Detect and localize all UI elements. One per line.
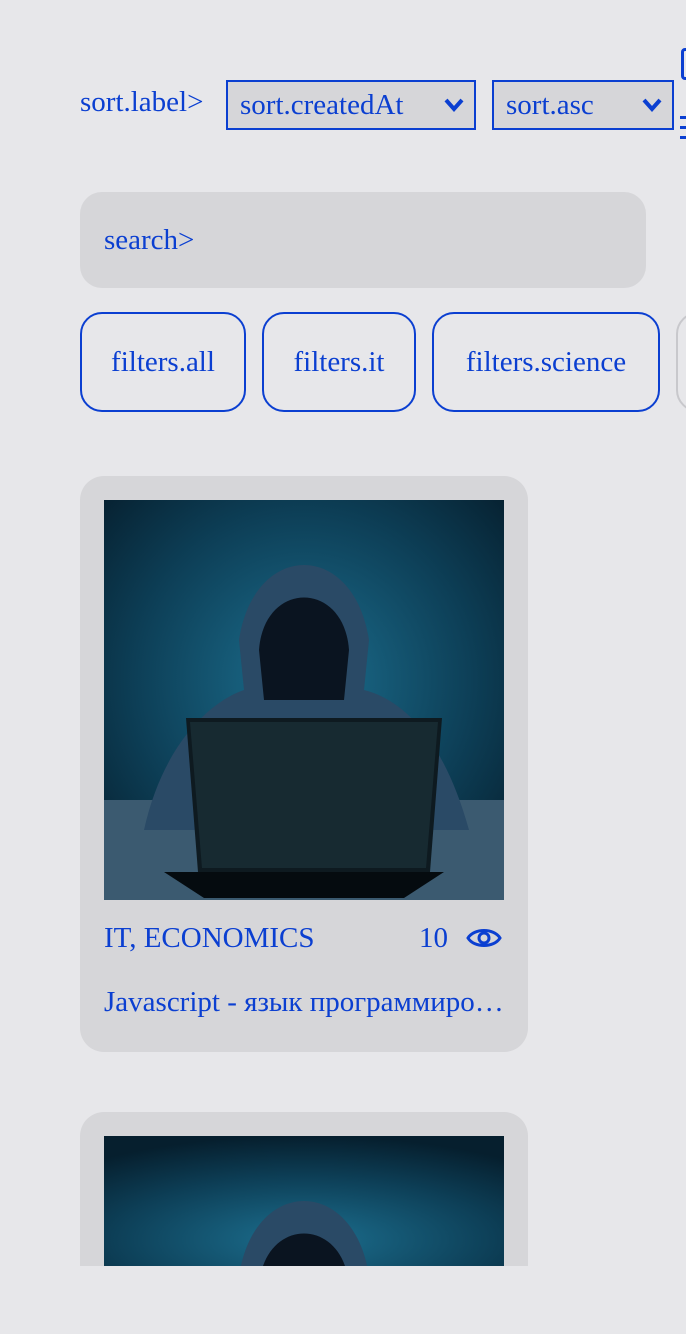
eye-icon [466, 929, 502, 947]
article-types: IT, ECONOMICS [104, 922, 315, 954]
search-input[interactable]: search> [80, 192, 646, 288]
search-placeholder: search> [104, 224, 195, 256]
article-card[interactable]: IT, ECONOMICS 10 Javascript - язык прогр… [80, 476, 528, 1052]
article-image [104, 500, 504, 900]
sort-order-value: sort.asc [506, 89, 594, 121]
list-view-icon[interactable] [680, 112, 686, 144]
articles-page: sort.label> sort.createdAt sort.asc sear… [0, 0, 686, 1334]
filter-chip-it[interactable]: filters.it [262, 312, 416, 412]
sort-order-select[interactable]: sort.asc [492, 80, 674, 130]
view-toggle-button[interactable] [681, 48, 686, 80]
view-count: 10 [419, 922, 448, 954]
article-card[interactable] [80, 1112, 528, 1266]
sort-label: sort.label> [80, 86, 204, 118]
filter-chip-all[interactable]: filters.all [80, 312, 246, 412]
article-title: Javascript - язык программирования [104, 986, 504, 1018]
sort-field-select[interactable]: sort.createdAt [226, 80, 476, 130]
article-image [104, 1136, 504, 1266]
sort-field-value: sort.createdAt [240, 89, 404, 121]
filter-chip-science[interactable]: filters.science [432, 312, 660, 412]
chevron-down-icon [444, 98, 464, 112]
chevron-down-icon [642, 98, 662, 112]
filter-chip-more[interactable] [676, 312, 686, 412]
